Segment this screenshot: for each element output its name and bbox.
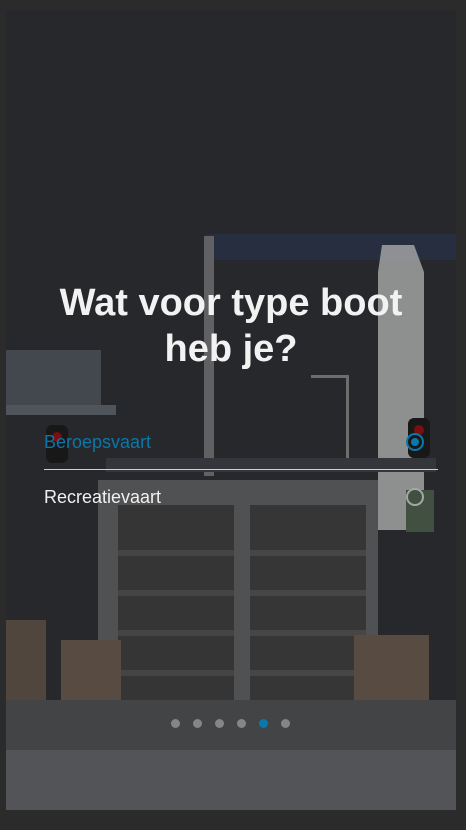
page-dot-1[interactable] — [171, 719, 180, 728]
option-label: Recreatievaart — [44, 486, 162, 507]
radio-selected-icon[interactable] — [406, 433, 424, 451]
page-dot-4[interactable] — [237, 719, 246, 728]
option-recreatievaart[interactable]: Recreatievaart — [44, 470, 438, 524]
question-title: Wat voor type boot heb je? — [6, 280, 456, 372]
page-dot-6[interactable] — [281, 719, 290, 728]
radio-unselected-icon[interactable] — [406, 488, 424, 506]
question-title-line-1: Wat voor type boot — [59, 282, 403, 324]
page-dot-3[interactable] — [215, 719, 224, 728]
page-dot-2[interactable] — [193, 719, 202, 728]
onboarding-screen: Wat voor type boot heb je? Beroepsvaart … — [6, 10, 456, 810]
page-dot-5-active[interactable] — [259, 719, 268, 728]
page-indicator — [171, 719, 290, 728]
option-beroepsvaart[interactable]: Beroepsvaart — [44, 415, 438, 469]
option-label: Beroepsvaart — [44, 431, 152, 452]
question-title-line-2: heb je? — [164, 328, 298, 370]
dark-overlay — [6, 10, 456, 810]
